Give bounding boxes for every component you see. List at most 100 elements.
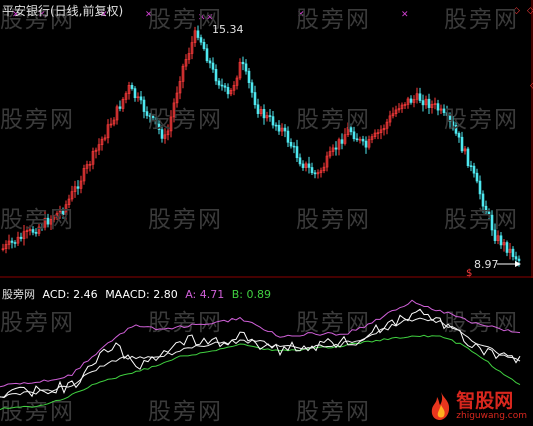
candle-body <box>211 62 215 70</box>
candle-body <box>247 70 251 83</box>
candle-body <box>160 129 164 139</box>
candle-body <box>436 103 440 111</box>
logo-text: 智股网 <box>456 390 514 412</box>
candle-body <box>151 115 155 118</box>
candle-body <box>196 30 200 38</box>
candle-body <box>148 115 152 117</box>
candle-body <box>256 104 260 114</box>
candle-body <box>466 148 470 167</box>
candle-body <box>421 100 425 106</box>
candle-body <box>277 124 281 132</box>
candle-body <box>310 167 314 174</box>
candle-body <box>205 48 209 62</box>
candlestick-chart[interactable]: ✕✕✕✕✕✕✕✕◇◇◇ <box>0 0 533 278</box>
sell-signal-marker: ✕ <box>145 10 153 20</box>
a-line <box>0 299 521 388</box>
buy-signal-marker: ◇ <box>513 6 520 16</box>
candle-body <box>301 163 305 168</box>
candle-body <box>481 193 485 207</box>
candle-body <box>61 210 65 215</box>
candle-body <box>145 111 149 116</box>
candle-body <box>307 163 311 168</box>
candle-body <box>427 98 431 108</box>
flame-icon <box>432 392 450 420</box>
candle-body <box>334 147 338 150</box>
low-price-label: 8.97 <box>474 258 499 271</box>
dollar-marker: $ <box>466 268 473 279</box>
candle-body <box>292 145 296 148</box>
candle-body <box>253 92 257 106</box>
candle-body <box>478 180 482 195</box>
candle-body <box>454 125 458 134</box>
candle-body <box>139 96 143 101</box>
candle-body <box>262 109 266 119</box>
candle-body <box>460 136 464 152</box>
candle-body <box>217 80 221 86</box>
candle-body <box>451 121 455 126</box>
candle-body <box>268 115 272 117</box>
candle-body <box>517 258 521 261</box>
candle-body <box>295 146 299 159</box>
candle-body <box>289 142 293 147</box>
candle-body <box>475 172 479 182</box>
candle-body <box>46 217 50 225</box>
candle-body <box>487 211 491 216</box>
site-logo[interactable]: 智股网 zhiguwang.com <box>428 391 527 421</box>
candle-body <box>283 127 287 132</box>
candle-body <box>154 117 158 125</box>
candle-body <box>418 93 422 101</box>
candle-body <box>352 131 356 140</box>
candle-body <box>364 140 368 148</box>
candle-body <box>499 235 503 246</box>
candle-body <box>349 127 353 133</box>
candle-body <box>271 116 275 126</box>
candle-body <box>13 242 17 244</box>
candle-body <box>202 41 206 49</box>
candle-body <box>361 138 365 142</box>
logo-url: zhiguwang.com <box>456 411 527 421</box>
candle-body <box>484 205 488 213</box>
candle-body <box>214 69 218 82</box>
chart-title: 平安银行(日线,前复权) <box>2 4 124 18</box>
candle-body <box>244 63 248 72</box>
candle-body <box>133 88 137 99</box>
sell-signal-marker: ✕ <box>198 13 206 23</box>
candle-body <box>34 232 38 234</box>
candle-body <box>199 37 203 43</box>
sell-signal-marker: ✕ <box>401 10 409 20</box>
candle-body <box>340 139 344 144</box>
candle-body <box>514 256 518 260</box>
candle-body <box>241 61 245 65</box>
candle-body <box>19 236 23 239</box>
candle-body <box>208 60 212 64</box>
candles-group <box>1 25 521 267</box>
candle-body <box>457 133 461 138</box>
candle-body <box>226 87 230 95</box>
candle-body <box>448 115 452 123</box>
candle-body <box>223 85 227 88</box>
candle-body <box>355 138 359 141</box>
sell-signal-marker: ✕ <box>206 13 214 23</box>
candle-body <box>76 186 80 189</box>
candle-body <box>118 106 122 109</box>
candle-body <box>472 165 476 174</box>
candle-body <box>274 124 278 127</box>
candle-body <box>31 229 35 233</box>
candle-body <box>511 248 515 257</box>
candle-body <box>469 165 473 168</box>
candle-body <box>298 157 302 165</box>
candle-body <box>40 226 44 229</box>
candle-body <box>130 85 134 89</box>
candle-body <box>442 108 446 113</box>
candle-body <box>493 229 497 241</box>
candle-body <box>10 240 14 243</box>
candle-body <box>490 214 494 231</box>
candle-body <box>142 99 146 112</box>
candle-body <box>286 130 290 143</box>
candle-body <box>409 98 413 103</box>
high-price-label: 15.34 <box>212 23 244 36</box>
candle-body <box>313 172 317 175</box>
candle-body <box>505 242 509 253</box>
low-price-arrowhead <box>515 261 521 267</box>
sell-signal-marker: ✕ <box>297 10 305 20</box>
